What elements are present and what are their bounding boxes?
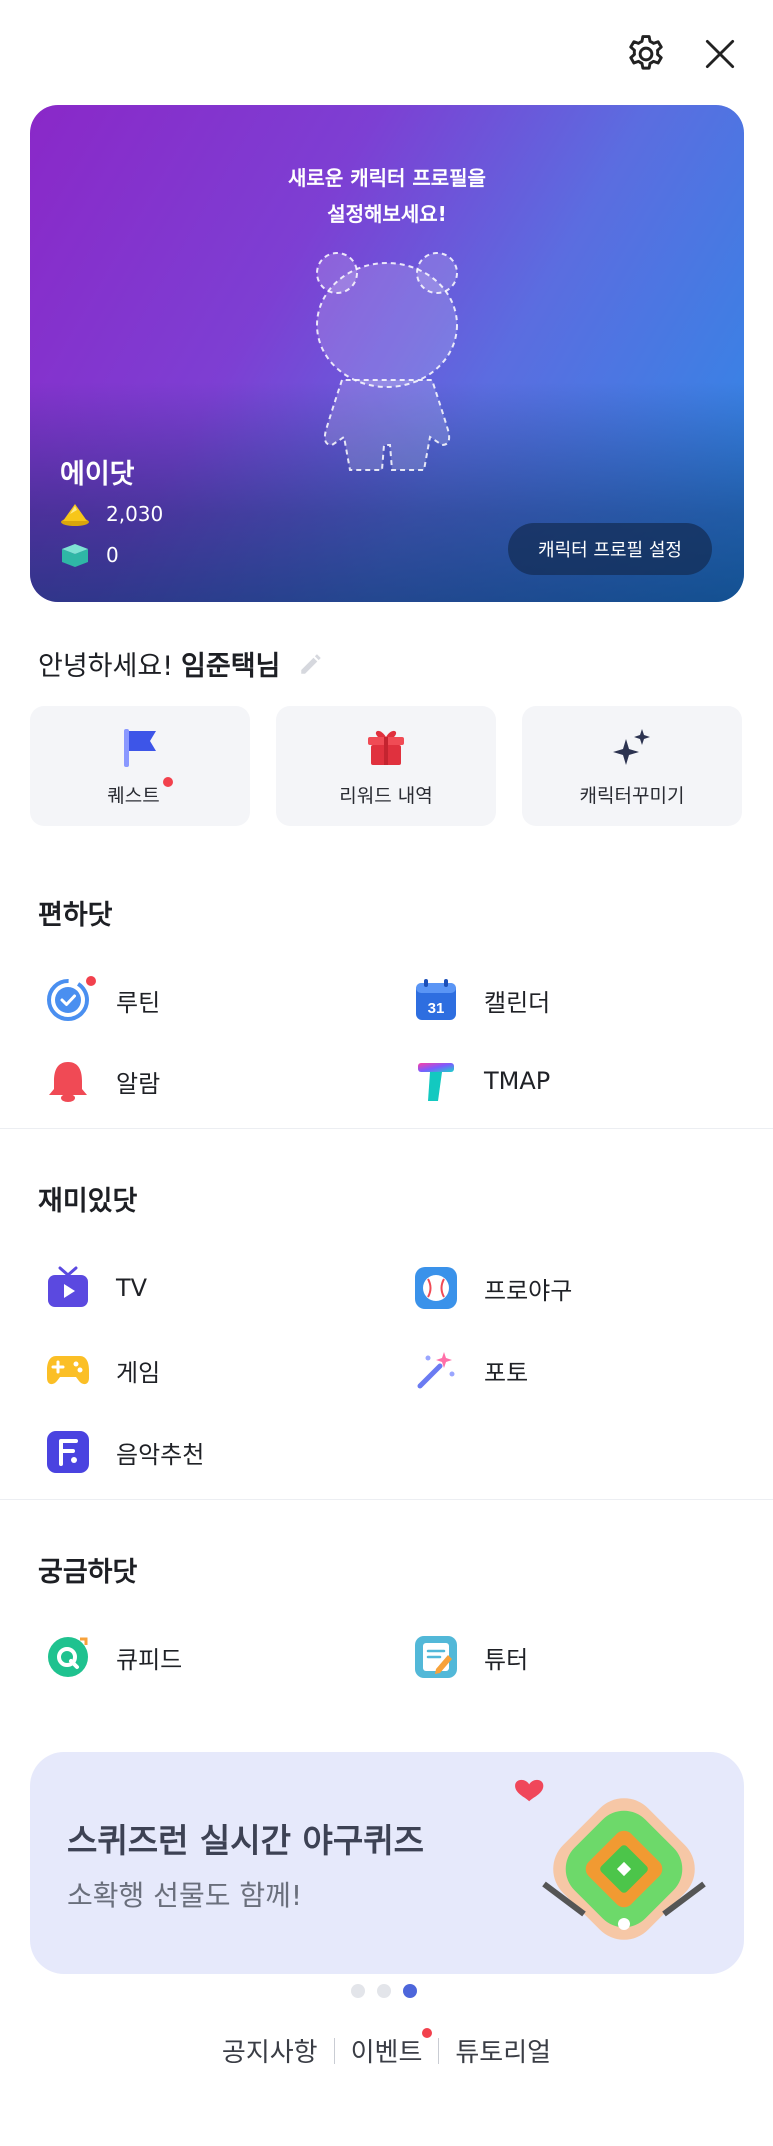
character-profile-card: 새로운 캐릭터 프로필을 설정해보세요! 에이닷 2,030 0 캐릭터 프로필… bbox=[30, 105, 744, 602]
gem-book-icon bbox=[62, 544, 88, 567]
character-placeholder-silhouette bbox=[302, 245, 472, 479]
menu-label-game: 게임 bbox=[116, 1358, 161, 1387]
gamepad-icon bbox=[46, 1348, 90, 1392]
menu-label-baseball: 프로야구 bbox=[484, 1276, 573, 1305]
menu-label-calendar: 캘린더 bbox=[484, 988, 551, 1017]
coin-balance: 2,030 bbox=[60, 502, 163, 526]
menu-item-alarm[interactable]: 알람 bbox=[46, 1055, 160, 1107]
section-divider bbox=[0, 1128, 773, 1129]
pager-dot[interactable] bbox=[351, 1984, 365, 1998]
character-profile-setup-button[interactable]: 캐릭터 프로필 설정 bbox=[508, 523, 712, 575]
banner-pagination bbox=[351, 1984, 417, 1998]
menu-item-calendar[interactable]: 31 캘린더 bbox=[414, 974, 550, 1026]
menu-item-tmap[interactable]: TMAP bbox=[414, 1055, 550, 1107]
menu-item-game[interactable]: 게임 bbox=[46, 1344, 160, 1396]
tile-reward-history[interactable]: 리워드 내역 bbox=[276, 706, 496, 826]
menu-label-tv: TV bbox=[116, 1274, 148, 1302]
menu-item-music[interactable]: 음악추천 bbox=[46, 1426, 204, 1478]
coin-pile-icon bbox=[61, 504, 89, 526]
event-link-label: 이벤트 bbox=[350, 2038, 423, 2068]
menu-label-tutor: 튜터 bbox=[484, 1645, 529, 1674]
section-divider bbox=[0, 1499, 773, 1500]
section-title-curious: 궁금하닷 bbox=[38, 1557, 138, 1588]
tile-reward-label: 리워드 내역 bbox=[339, 784, 433, 807]
notice-link[interactable]: 공지사항 bbox=[206, 2032, 334, 2069]
tv-icon bbox=[46, 1266, 90, 1310]
tile-decorate-label: 캐릭터꾸미기 bbox=[579, 784, 685, 807]
magic-wand-icon bbox=[414, 1348, 458, 1392]
settings-button[interactable] bbox=[620, 28, 672, 80]
section-title-convenience: 편하닷 bbox=[38, 900, 113, 931]
calendar-day-text: 31 bbox=[428, 1000, 445, 1017]
baseball-field-illustration bbox=[514, 1774, 714, 1958]
user-name: 임준택님 bbox=[181, 651, 281, 682]
menu-label-alarm: 알람 bbox=[116, 1069, 161, 1098]
music-icon bbox=[46, 1430, 90, 1474]
menu-label-music: 음악추천 bbox=[116, 1440, 205, 1469]
qpid-icon bbox=[46, 1635, 90, 1679]
calendar-icon: 31 bbox=[414, 978, 458, 1022]
quick-action-tiles: 퀘스트 리워드 내역 캐릭터꾸미기 bbox=[30, 706, 744, 826]
banner-title: 스퀴즈런 실시간 야구퀴즈 bbox=[67, 1821, 424, 1860]
menu-item-baseball[interactable]: 프로야구 bbox=[414, 1262, 572, 1314]
tutor-icon bbox=[414, 1635, 458, 1679]
tile-quest[interactable]: 퀘스트 bbox=[30, 706, 250, 826]
character-name: 에이닷 bbox=[60, 459, 135, 490]
event-link[interactable]: 이벤트 bbox=[335, 2028, 439, 2069]
promo-banner-baseball-quiz[interactable]: 스퀴즈런 실시간 야구퀴즈 소확행 선물도 함께! bbox=[30, 1752, 744, 1974]
bell-icon bbox=[46, 1059, 90, 1103]
routine-icon bbox=[46, 976, 96, 1022]
profile-prompt-text: 새로운 캐릭터 프로필을 설정해보세요! bbox=[288, 166, 486, 226]
close-button[interactable] bbox=[694, 28, 746, 80]
event-new-badge bbox=[422, 2028, 433, 2038]
routine-new-badge bbox=[86, 976, 96, 986]
greeting-prefix: 안녕하세요! bbox=[38, 651, 174, 682]
greeting: 안녕하세요! 임준택님 bbox=[38, 644, 324, 683]
coin-count: 2,030 bbox=[106, 502, 164, 526]
gift-icon bbox=[368, 730, 404, 765]
tutorial-link[interactable]: 튜토리얼 bbox=[439, 2032, 567, 2069]
baseball-icon bbox=[414, 1266, 458, 1310]
menu-item-qpid[interactable]: 큐피드 bbox=[46, 1631, 182, 1683]
top-bar bbox=[0, 28, 773, 80]
menu-label-photo: 포토 bbox=[484, 1358, 529, 1387]
footer-links: 공지사항 이벤트 튜토리얼 bbox=[0, 2028, 773, 2069]
tmap-icon bbox=[414, 1059, 458, 1103]
menu-item-tutor[interactable]: 튜터 bbox=[414, 1631, 528, 1683]
gear-icon bbox=[629, 35, 663, 70]
pager-dot-active[interactable] bbox=[403, 1984, 417, 1998]
edit-name-button[interactable] bbox=[298, 651, 324, 677]
menu-label-qpid: 큐피드 bbox=[116, 1645, 183, 1674]
tile-quest-label: 퀘스트 bbox=[107, 784, 160, 807]
menu-item-routine[interactable]: 루틴 bbox=[46, 974, 160, 1026]
menu-label-routine: 루틴 bbox=[116, 988, 161, 1017]
menu-item-tv[interactable]: TV bbox=[46, 1262, 147, 1314]
pager-dot[interactable] bbox=[377, 1984, 391, 1998]
menu-item-photo[interactable]: 포토 bbox=[414, 1344, 528, 1396]
tile-character-decorate[interactable]: 캐릭터꾸미기 bbox=[522, 706, 742, 826]
gem-balance: 0 bbox=[60, 543, 119, 567]
close-icon bbox=[705, 39, 735, 69]
sparkle-icon bbox=[613, 728, 650, 765]
section-title-fun: 재미있닷 bbox=[38, 1186, 138, 1217]
flag-icon bbox=[124, 728, 156, 767]
gem-count: 0 bbox=[106, 543, 119, 567]
menu-label-tmap: TMAP bbox=[484, 1067, 551, 1095]
pencil-icon bbox=[301, 653, 322, 674]
banner-subtitle: 소확행 선물도 함께! bbox=[67, 1879, 303, 1912]
quest-new-badge bbox=[162, 776, 173, 787]
